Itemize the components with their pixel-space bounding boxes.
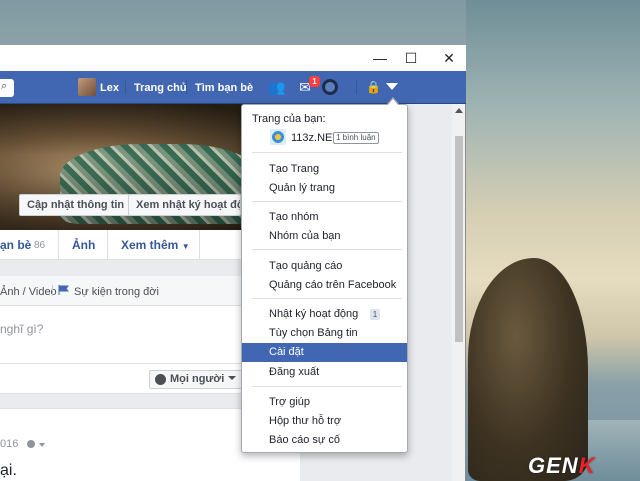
friends-count: 86: [34, 240, 46, 251]
menu-item-support-inbox[interactable]: Hộp thư hỗ trợ: [269, 415, 341, 427]
composer-photo-video[interactable]: Ảnh / Video: [0, 286, 57, 298]
minimize-button[interactable]: —: [372, 50, 388, 66]
tab-friends[interactable]: ạn bè: [0, 238, 31, 252]
close-button[interactable]: ✕: [441, 50, 457, 66]
chevron-down-icon: ▼: [181, 242, 190, 251]
post-privacy-globe-icon: [27, 440, 35, 448]
menu-item-news-feed-preferences[interactable]: Tùy chọn Bảng tin: [269, 327, 358, 339]
notifications-globe-icon[interactable]: [322, 79, 338, 95]
menu-item-report-problem[interactable]: Báo cáo sự cố: [269, 434, 340, 446]
nav-divider: [186, 80, 187, 94]
activity-log-button[interactable]: Xem nhật ký hoạt động: [128, 194, 241, 216]
nav-divider: [356, 80, 357, 94]
menu-item-help[interactable]: Trợ giúp: [269, 396, 310, 408]
nav-find-friends-link[interactable]: Tìm bạn bè: [195, 82, 253, 94]
search-icon: ⌕: [1, 80, 8, 92]
menu-item-highlight: [242, 343, 407, 362]
globe-icon: [155, 374, 166, 385]
menu-item-manage-pages[interactable]: Quản lý trang: [269, 182, 335, 194]
post-timestamp[interactable]: 016: [0, 438, 18, 450]
menu-item-create-group[interactable]: Tạo nhóm: [269, 211, 319, 223]
composer-input[interactable]: nghĩ gì?: [0, 322, 43, 336]
post-text: ại.: [0, 462, 17, 479]
tab-divider: [58, 230, 59, 260]
menu-item-create-ad[interactable]: Tạo quảng cáo: [269, 260, 342, 272]
nav-profile-name[interactable]: Lex: [100, 82, 119, 94]
account-menu-caret-icon[interactable]: [386, 83, 398, 90]
friend-requests-icon[interactable]: 👥: [268, 78, 286, 96]
menu-item-log-out[interactable]: Đăng xuất: [269, 366, 319, 378]
menu-pointer-fill: [387, 99, 399, 106]
tab-divider: [107, 230, 108, 260]
avatar[interactable]: [78, 78, 96, 96]
menu-divider: [252, 152, 402, 153]
messages-badge: 1: [309, 76, 320, 87]
tab-divider: [199, 230, 200, 260]
page-link[interactable]: 113z.NET: [291, 132, 339, 144]
menu-item-your-groups[interactable]: Nhóm của bạn: [269, 230, 341, 242]
update-info-button[interactable]: Cập nhật thông tin: [19, 194, 133, 216]
menu-item-activity-log[interactable]: Nhật ký hoạt động: [269, 308, 358, 320]
page-notification-badge: 1 bình luận: [333, 132, 379, 144]
menu-divider: [252, 386, 402, 387]
chevron-down-icon: [228, 376, 237, 380]
menu-item-create-page[interactable]: Tạo Trang: [269, 163, 319, 175]
audience-label: Mọi người: [170, 373, 225, 385]
scroll-up-arrow-icon[interactable]: [455, 108, 463, 113]
menu-divider: [252, 249, 402, 250]
page-logo-icon[interactable]: [270, 129, 286, 145]
menu-item-settings[interactable]: Cài đặt: [269, 346, 304, 358]
audience-selector[interactable]: Mọi người: [149, 370, 244, 389]
genk-watermark-logo: GENK: [528, 453, 596, 478]
flag-icon: [58, 285, 70, 295]
menu-divider: [252, 298, 402, 299]
scrollbar-thumb[interactable]: [455, 136, 463, 342]
activity-log-count: 1: [370, 309, 380, 320]
window-titlebar: [0, 45, 466, 71]
menu-item-facebook-ads[interactable]: Quảng cáo trên Facebook: [269, 279, 396, 291]
tab-photos[interactable]: Ảnh: [72, 238, 95, 252]
tab-more[interactable]: Xem thêm ▼: [121, 238, 190, 252]
search-button[interactable]: ⌕: [0, 79, 14, 97]
tab-more-label: Xem thêm: [121, 238, 179, 252]
composer-divider: |: [51, 284, 54, 296]
maximize-button[interactable]: ☐: [403, 50, 419, 66]
nav-divider: [125, 80, 126, 94]
privacy-lock-icon[interactable]: 🔒: [366, 80, 381, 94]
wallpaper-rock: [468, 258, 588, 481]
composer-life-event[interactable]: Sự kiện trong đời: [74, 286, 159, 298]
menu-divider: [252, 201, 402, 202]
your-pages-heading: Trang của bạn:: [252, 113, 326, 125]
post-options-caret-icon[interactable]: [39, 443, 45, 447]
nav-home-link[interactable]: Trang chủ: [134, 82, 187, 94]
